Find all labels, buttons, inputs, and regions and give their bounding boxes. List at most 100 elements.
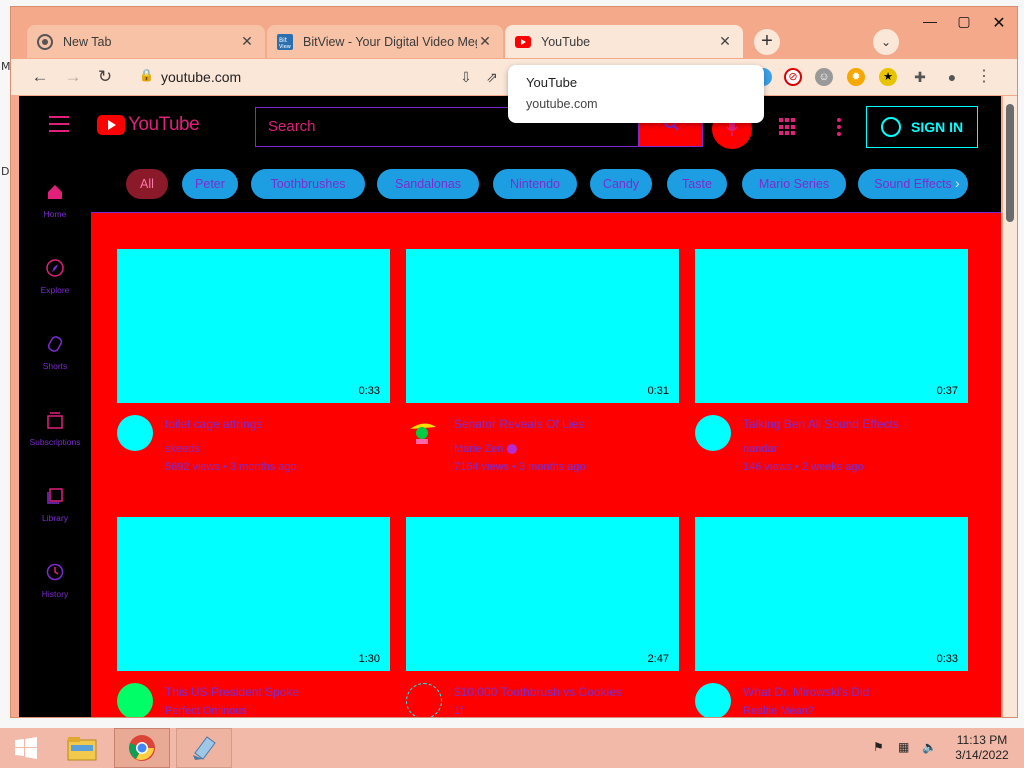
block-icon[interactable]: ⊘ — [784, 68, 802, 86]
start-button[interactable] — [4, 728, 48, 768]
chevron-down-icon[interactable]: ⌄ — [873, 29, 899, 55]
extension-icon[interactable]: ✹ — [847, 68, 865, 86]
channel-name[interactable]: nandar — [743, 443, 777, 455]
video-title[interactable]: Senator Reveals Of Lies — [454, 417, 584, 431]
video-thumbnail[interactable]: 0:33 — [695, 517, 968, 671]
flag-icon[interactable]: ⚑ — [873, 740, 884, 754]
video-card[interactable]: 1:30 This US President Spoke Perfect Omi… — [117, 517, 390, 717]
channel-avatar[interactable] — [695, 415, 731, 451]
duration-badge: 0:33 — [356, 385, 382, 397]
forward-button[interactable]: → — [62, 66, 84, 88]
chip-sound-effects[interactable]: Sound Effects — [858, 169, 968, 199]
video-stats: 7164 views • 3 months ago — [454, 461, 586, 473]
video-card[interactable]: 2:47 $10,000 Toothbrush vs Cookies 1f — [406, 517, 679, 717]
channel-avatar[interactable] — [117, 683, 153, 717]
back-button[interactable]: ← — [29, 66, 51, 88]
sidebar-item-label: Subscriptions — [29, 437, 81, 447]
sidebar-item-history[interactable]: History — [19, 563, 91, 599]
volume-icon[interactable]: 🔈 — [922, 740, 937, 754]
channel-name[interactable]: Realtie Mean? — [743, 705, 814, 717]
channel-name[interactable]: 1f — [454, 705, 463, 717]
profile-icon[interactable]: ● — [943, 68, 961, 86]
address-bar[interactable]: 🔒 youtube.com — [129, 64, 509, 90]
video-card[interactable]: 0:33 toilet cage attrings skeeds 5692 vi… — [117, 249, 390, 483]
channel-name[interactable]: skeeds — [165, 443, 200, 455]
chevron-right-icon[interactable]: › — [955, 175, 960, 191]
sidebar-item-label: Library — [42, 513, 68, 523]
sign-in-button[interactable]: SIGN IN — [866, 106, 978, 148]
browser-window: New Tab ✕ Bit View BitView - Your Digital… — [10, 6, 1018, 718]
settings-dots-icon[interactable] — [837, 118, 841, 136]
video-thumbnail[interactable]: 0:37 — [695, 249, 968, 403]
tab-bitview[interactable]: Bit View BitView - Your Digital Video Meg… — [267, 25, 503, 58]
file-explorer-button[interactable] — [58, 728, 106, 768]
install-app-icon[interactable]: ⇩ — [455, 66, 477, 88]
sidebar-item-explore[interactable]: Explore — [19, 259, 91, 295]
channel-name[interactable]: Perfect Ominous — [165, 705, 247, 717]
sidebar-item-shorts[interactable]: Shorts — [19, 335, 91, 371]
video-thumbnail[interactable]: 2:47 — [406, 517, 679, 671]
new-tab-button[interactable]: + — [754, 29, 780, 55]
hover-card-domain: youtube.com — [526, 97, 598, 111]
chip-peter[interactable]: Peter — [182, 169, 238, 199]
sidebar-item-home[interactable]: Home — [19, 183, 91, 219]
chrome-icon — [37, 33, 53, 50]
network-icon[interactable]: ▦ — [898, 740, 909, 754]
chip-candy[interactable]: Candy — [590, 169, 652, 199]
notepad-taskbar-button[interactable] — [176, 728, 232, 768]
tab-youtube[interactable]: YouTube ✕ — [505, 25, 743, 58]
maximize-button[interactable]: ▢ — [946, 13, 982, 35]
minimize-button[interactable]: — — [912, 13, 948, 35]
video-title[interactable]: What Dr. Mirowski's Did — [743, 685, 869, 699]
channel-name[interactable]: Marie Zen — [454, 443, 517, 455]
close-window-button[interactable]: ✕ — [981, 13, 1017, 35]
extension-icon[interactable]: ☺ — [815, 68, 833, 86]
channel-avatar[interactable] — [406, 683, 442, 717]
video-title[interactable]: Talking Ben All Sound Effects — [743, 417, 899, 431]
reload-button[interactable]: ↻ — [94, 66, 116, 88]
chip-all[interactable]: All — [126, 169, 168, 199]
video-card[interactable]: 0:31 Senator Reveals Of Lies Marie Zen 7… — [406, 249, 679, 483]
extension-icon[interactable]: ★ — [879, 68, 897, 86]
close-icon[interactable]: ✕ — [717, 33, 733, 50]
video-title[interactable]: toilet cage attrings — [165, 417, 262, 431]
tab-strip: New Tab ✕ Bit View BitView - Your Digital… — [11, 7, 1017, 59]
chip-taste[interactable]: Taste — [667, 169, 727, 199]
youtube-logo[interactable]: YouTube — [97, 114, 200, 136]
video-stats: 5692 views • 3 months ago — [165, 461, 297, 473]
close-icon[interactable]: ✕ — [477, 33, 493, 50]
page-scrollbar[interactable] — [1003, 96, 1017, 717]
chip-sandalonas[interactable]: Sandalonas — [377, 169, 479, 199]
video-thumbnail[interactable]: 0:33 — [117, 249, 390, 403]
hamburger-icon[interactable] — [49, 116, 69, 132]
duration-badge: 2:47 — [645, 653, 671, 665]
video-card[interactable]: 0:37 Talking Ben All Sound Effects nanda… — [695, 249, 968, 483]
tab-new-tab[interactable]: New Tab ✕ — [27, 25, 265, 58]
chip-toothbrushes[interactable]: Toothbrushes — [251, 169, 365, 199]
verified-icon — [506, 444, 517, 455]
system-clock[interactable]: 11:13 PM 3/14/2022 — [944, 733, 1020, 763]
tab-title: BitView - Your Digital Video Meg — [303, 34, 477, 49]
video-title[interactable]: This US President Spoke — [165, 685, 299, 699]
channel-avatar[interactable] — [695, 683, 731, 717]
menu-dots-icon[interactable]: ⋮ — [975, 68, 993, 86]
desktop-icon-fragment: D — [1, 165, 10, 178]
video-thumbnail[interactable]: 1:30 — [117, 517, 390, 671]
video-thumbnail[interactable]: 0:31 — [406, 249, 679, 403]
share-icon[interactable]: ⇗ — [481, 66, 503, 88]
chrome-taskbar-button[interactable] — [114, 728, 170, 768]
puzzle-icon[interactable]: ✚ — [911, 68, 929, 86]
sidebar-item-library[interactable]: Library — [19, 487, 91, 523]
channel-avatar[interactable] — [406, 415, 442, 451]
chip-mario-series[interactable]: Mario Series — [742, 169, 846, 199]
sidebar-item-subscriptions[interactable]: Subscriptions — [19, 411, 91, 447]
scrollbar-thumb[interactable] — [1006, 104, 1014, 222]
channel-avatar[interactable] — [117, 415, 153, 451]
close-icon[interactable]: ✕ — [239, 33, 255, 50]
chrome-icon — [129, 735, 155, 761]
video-card[interactable]: 0:33 What Dr. Mirowski's Did Realtie Mea… — [695, 517, 968, 717]
video-title[interactable]: $10,000 Toothbrush vs Cookies — [454, 685, 622, 699]
chip-nintendo[interactable]: Nintendo — [493, 169, 577, 199]
apps-grid-icon[interactable] — [779, 118, 797, 136]
subscriptions-icon — [47, 412, 63, 429]
